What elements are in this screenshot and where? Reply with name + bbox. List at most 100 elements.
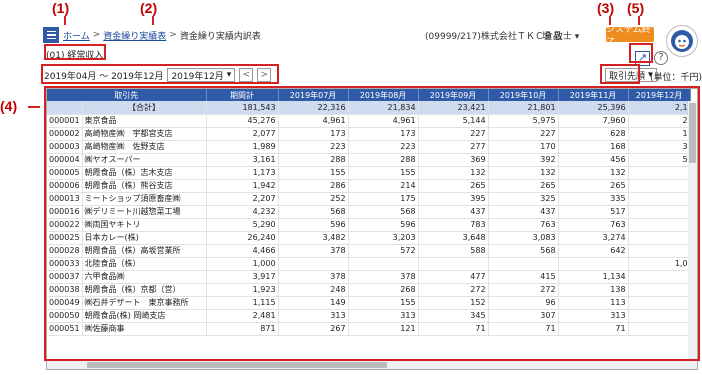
table-row[interactable]: 000001 東京食品 45,276 4,961 4,961 5,144 5,975 7,96…: [47, 114, 691, 128]
month-value-cell: 71: [558, 322, 629, 336]
month-value-cell: [418, 257, 489, 271]
partner-name: ㈱デリミート川越惣菜工場: [82, 205, 207, 219]
partner-name: ㈱ヤオスーパー: [82, 153, 207, 167]
unit-label: (単位：千円): [650, 73, 702, 83]
prev-month-button[interactable]: <: [239, 68, 254, 82]
column-header[interactable]: 2019年12月: [628, 89, 691, 101]
partner-code: 000051: [47, 322, 83, 336]
month-value-cell: 517: [558, 205, 629, 219]
period-total-cell: 181,543: [206, 101, 279, 115]
month-value-cell: 4,961: [348, 114, 419, 128]
month-value-cell: 437: [418, 205, 489, 219]
total-row[interactable]: 【合計】 181,543 22,316 21,834 23,421 21,801 25,39…: [47, 101, 691, 115]
month-value-cell: [628, 283, 691, 297]
month-value-cell: 223: [278, 140, 349, 154]
table-row[interactable]: 000050 朝霞食品(株) 岡崎支店 2,481 313 313 345 307 313: [47, 309, 691, 323]
month-value-cell: 3,482: [278, 231, 349, 245]
month-value-cell: 223: [348, 140, 419, 154]
month-value-cell: 277: [418, 140, 489, 154]
table-row[interactable]: 000025 日本カレー(株) 26,240 3,482 3,203 3,648 3,083…: [47, 231, 691, 245]
assistant-avatar-icon[interactable]: [666, 25, 698, 57]
month-value-cell: 437: [488, 205, 559, 219]
month-value-cell: 265: [418, 179, 489, 193]
month-value-cell: 307: [488, 309, 559, 323]
month-value-cell: 1: [628, 127, 691, 141]
column-header[interactable]: 2019年09月: [418, 89, 489, 101]
month-value-cell: 113: [558, 296, 629, 310]
partner-name: 六甲食品㈱: [82, 270, 207, 284]
partner-code: 000006: [47, 179, 83, 193]
month-value-cell: 369: [418, 153, 489, 167]
partner-code: 000028: [47, 244, 83, 258]
column-header[interactable]: 取引先: [47, 89, 207, 101]
breadcrumb-cashflow-actual[interactable]: 資金繰り実績表: [103, 29, 166, 42]
partner-name: ミートショップ須原畜産㈱: [82, 192, 207, 206]
month-value-cell: 596: [278, 218, 349, 232]
column-header[interactable]: 2019年10月: [488, 89, 559, 101]
column-header[interactable]: 2019年07月: [278, 89, 349, 101]
month-select[interactable]: 2019年12月 ▾: [167, 68, 236, 82]
period-total-cell: 4,466: [206, 244, 279, 258]
period-range[interactable]: 2019年04月 ～ 2019年12月: [44, 69, 163, 82]
month-value-cell: 313: [348, 309, 419, 323]
vertical-scrollbar[interactable]: [688, 101, 697, 359]
month-value-cell: 3,648: [418, 231, 489, 245]
column-header[interactable]: 2019年11月: [558, 89, 629, 101]
table-row[interactable]: 000005 朝霞食品（株）志木支店 1,173 155 155 132 132 132: [47, 166, 691, 180]
month-value-cell: 23,421: [418, 101, 489, 115]
table-row[interactable]: 000049 ㈱石井デザート 東京事務所 1,115 149 155 152 96 113: [47, 296, 691, 310]
month-value-cell: 286: [278, 179, 349, 193]
chevron-down-icon: ▾: [226, 70, 232, 80]
month-value-cell: 252: [278, 192, 349, 206]
partner-code: 000001: [47, 114, 83, 128]
help-icon[interactable]: ?: [654, 51, 668, 65]
sort-select[interactable]: 取引先順 ▾: [605, 68, 657, 82]
month-value-cell: 155: [348, 296, 419, 310]
partner-code: 000013: [47, 192, 83, 206]
month-value-cell: 5,144: [418, 114, 489, 128]
month-value-cell: 4,961: [278, 114, 349, 128]
month-value-cell: 763: [558, 218, 629, 232]
next-month-button[interactable]: >: [257, 68, 272, 82]
month-value-cell: 272: [488, 283, 559, 297]
column-header[interactable]: 2019年08月: [348, 89, 419, 101]
month-value-cell: [558, 257, 629, 271]
month-value-cell: 568: [278, 205, 349, 219]
table-row[interactable]: 000038 朝霞食品（株）京都（営） 1,923 248 268 272 272 138: [47, 283, 691, 297]
month-value-cell: 214: [348, 179, 419, 193]
table-row[interactable]: 000022 ㈱両国ヤキトリ 5,290 596 596 783 763 763: [47, 218, 691, 232]
table-row[interactable]: 000003 高崎物産㈱ 佐野支店 1,989 223 223 277 170 168 3: [47, 140, 691, 154]
partner-code: 000003: [47, 140, 83, 154]
table-row[interactable]: 000016 ㈱デリミート川越惣菜工場 4,232 568 568 437 437 517: [47, 205, 691, 219]
table-row[interactable]: 000028 朝霞食品（株）高坂営業所 4,466 378 572 588 568 642: [47, 244, 691, 258]
partner-code: 000016: [47, 205, 83, 219]
table-row[interactable]: 000002 高崎物産㈱ 宇都宮支店 2,077 173 173 227 227 628 1: [47, 127, 691, 141]
user-menu[interactable]: 堤 敬士 ▾: [542, 29, 579, 42]
period-total-cell: 871: [206, 322, 279, 336]
month-value-cell: 568: [488, 244, 559, 258]
popout-icon[interactable]: ↗: [635, 51, 650, 66]
table-row[interactable]: 000037 六甲食品㈱ 3,917 378 378 477 415 1,134: [47, 270, 691, 284]
horizontal-scrollbar[interactable]: [47, 359, 697, 369]
month-value-cell: 415: [488, 270, 559, 284]
partner-code: 000049: [47, 296, 83, 310]
table-row[interactable]: 000004 ㈱ヤオスーパー 3,161 288 288 369 392 456 5: [47, 153, 691, 167]
partner-name: 高崎物産㈱ 佐野支店: [82, 140, 207, 154]
table-row[interactable]: 000006 朝霞食品（株）熊谷支店 1,942 286 214 265 265 265: [47, 179, 691, 193]
table-row[interactable]: 000033 北陸食品（株） 1,000 1,0: [47, 257, 691, 271]
menu-icon[interactable]: [43, 27, 59, 43]
month-value-cell: [278, 257, 349, 271]
table-row[interactable]: 000051 ㈱佐藤商事 871 267 121 71 71 71: [47, 322, 691, 336]
breadcrumb-home[interactable]: ホーム: [63, 29, 90, 42]
month-value-cell: 227: [488, 127, 559, 141]
table-row[interactable]: 000013 ミートショップ須原畜産㈱ 2,207 252 175 395 325 335: [47, 192, 691, 206]
column-header[interactable]: 期間計: [206, 89, 279, 101]
month-value-cell: 288: [348, 153, 419, 167]
month-value-cell: 71: [418, 322, 489, 336]
partner-name: 東京食品: [82, 114, 207, 128]
month-value-cell: 3,274: [558, 231, 629, 245]
partner-name: 【合計】: [82, 101, 207, 115]
period-total-cell: 3,917: [206, 270, 279, 284]
month-value-cell: [628, 205, 691, 219]
system-exit-button[interactable]: システム終了: [606, 25, 654, 48]
